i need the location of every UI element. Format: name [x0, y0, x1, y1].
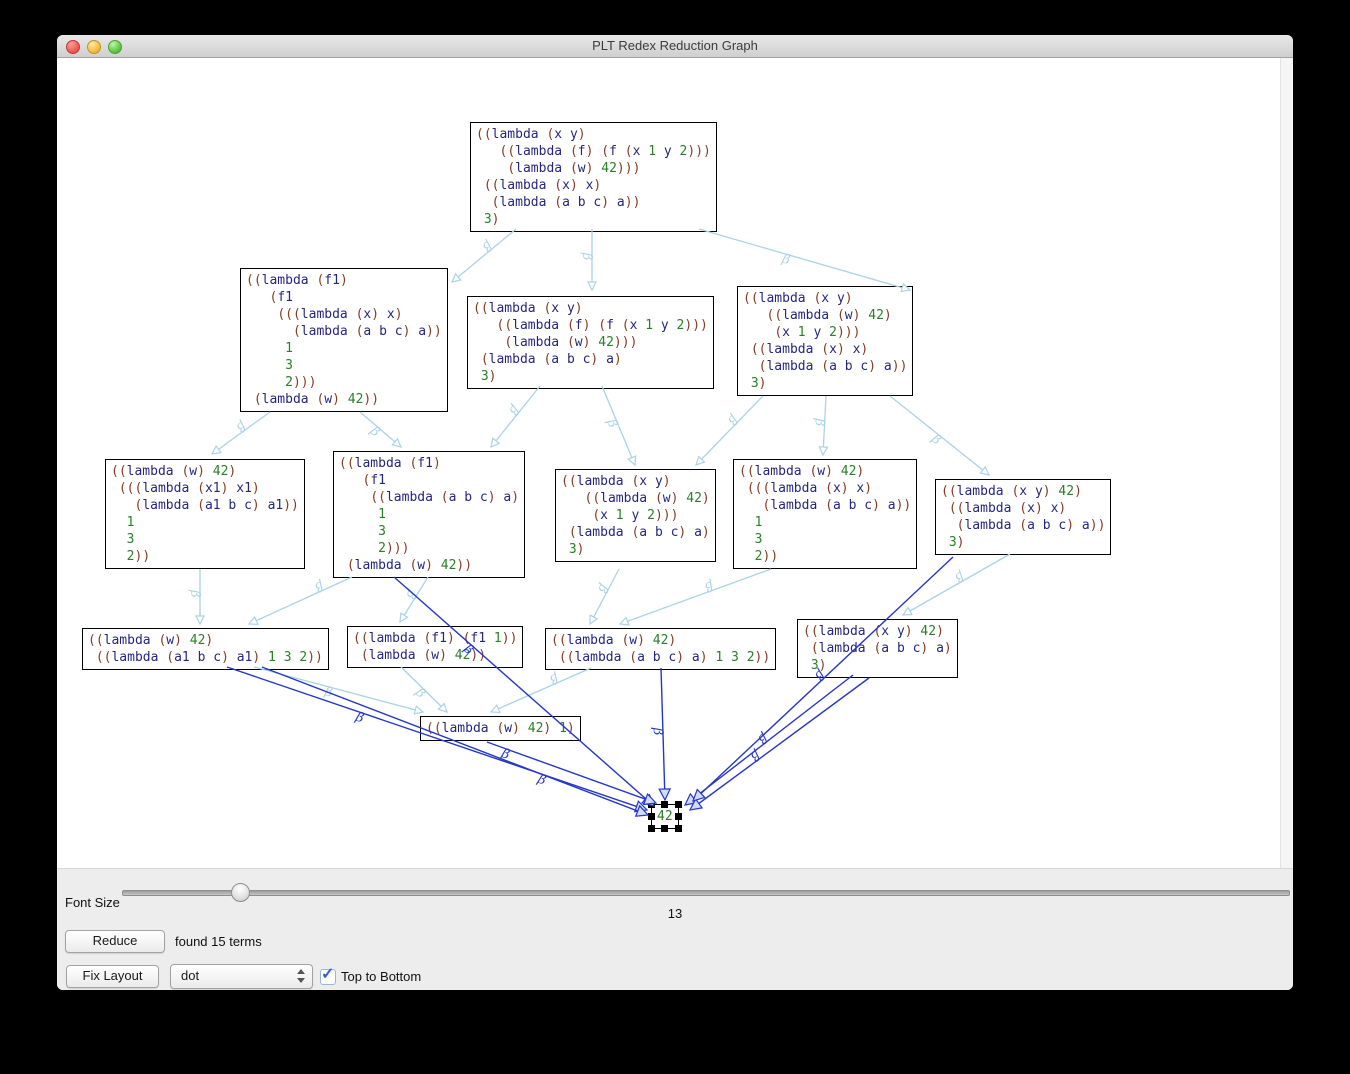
selection-handle[interactable] — [648, 825, 655, 832]
selection-handle[interactable] — [661, 825, 668, 832]
status-text: found 15 terms — [175, 934, 262, 949]
bottom-control-panel: Font Size 13 Reduce found 15 terms Fix L… — [57, 868, 1293, 990]
graph-node[interactable]: ((lambda (x y) ((lambda (w) 42) (x 1 y 2… — [737, 286, 913, 396]
graph-node[interactable]: ((lambda (x y) ((lambda (f) (f (x 1 y 2)… — [467, 296, 714, 389]
layout-select[interactable]: dot — [170, 964, 313, 989]
graph-node[interactable]: ((lambda (f1) (f1 ((lambda (a b c) a) 1 … — [333, 451, 525, 578]
slider-thumb[interactable] — [231, 883, 250, 902]
selection-handle[interactable] — [648, 813, 655, 820]
graph-node[interactable]: ((lambda (x y) 42) ((lambda (x) x) (lamb… — [935, 479, 1111, 555]
reduction-graph-canvas[interactable]: ((lambda (x y) ((lambda (f) (f (x 1 y 2)… — [57, 58, 1281, 868]
slider-track[interactable] — [122, 890, 1290, 896]
graph-node[interactable]: ((lambda (w) 42) (((lambda (x1) x1) (lam… — [105, 459, 305, 569]
selection-handle[interactable] — [648, 801, 655, 808]
layout-select-value: dot — [181, 968, 199, 983]
graph-node[interactable]: ((lambda (w) 42) ((lambda (a1 b c) a1) 1… — [82, 628, 329, 670]
top-to-bottom-label: Top to Bottom — [341, 969, 421, 984]
font-size-slider[interactable] — [122, 883, 1288, 901]
graph-node[interactable]: ((lambda (x y) ((lambda (f) (f (x 1 y 2)… — [470, 122, 717, 232]
graph-node[interactable]: ((lambda (x y) ((lambda (w) 42) (x 1 y 2… — [555, 469, 716, 562]
selection-handle[interactable] — [675, 813, 682, 820]
top-to-bottom-checkbox[interactable]: ✓ — [320, 969, 336, 985]
app-window: PLT Redex Reduction Graph ((lambda (x y)… — [57, 35, 1293, 990]
reduce-button[interactable]: Reduce — [65, 930, 165, 953]
graph-node-selected[interactable]: 42 — [651, 804, 679, 829]
font-size-value: 13 — [57, 906, 1293, 921]
graph-node[interactable]: ((lambda (w) 42) (((lambda (x) x) (lambd… — [733, 459, 917, 569]
checkmark-icon: ✓ — [321, 964, 334, 984]
graph-node[interactable]: ((lambda (f1) (f1 (((lambda (x) x) (lamb… — [240, 268, 448, 412]
selection-handle[interactable] — [675, 825, 682, 832]
window-title: PLT Redex Reduction Graph — [57, 38, 1293, 53]
fix-layout-button[interactable]: Fix Layout — [66, 965, 159, 988]
graph-node[interactable]: ((lambda (x y) 42) (lambda (a b c) a) 3) — [797, 619, 958, 678]
selection-handle[interactable] — [661, 801, 668, 808]
graph-node[interactable]: ((lambda (f1) (f1 1)) (lambda (w) 42)) — [347, 626, 523, 668]
select-stepper-icon — [296, 968, 306, 984]
graph-node[interactable]: ((lambda (w) 42) ((lambda (a b c) a) 1 3… — [545, 628, 776, 670]
title-bar[interactable]: PLT Redex Reduction Graph — [57, 35, 1293, 58]
selection-handle[interactable] — [675, 801, 682, 808]
graph-node[interactable]: ((lambda (w) 42) 1) — [420, 716, 581, 741]
graph-node-layer: ((lambda (x y) ((lambda (f) (f (x 1 y 2)… — [57, 58, 1281, 868]
vertical-scrollbar[interactable] — [1280, 58, 1293, 868]
